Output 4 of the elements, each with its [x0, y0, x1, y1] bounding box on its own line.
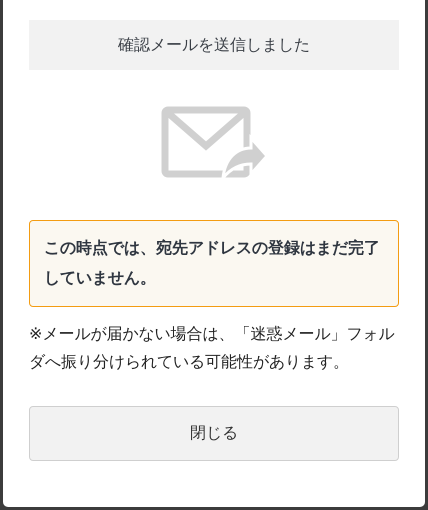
info-message: ※メールが届かない場合は、「迷惑メール」フォルダへ振り分けられている可能性があります。	[29, 323, 396, 373]
close-button[interactable]: 閉じる	[29, 406, 399, 461]
dialog-title: 確認メールを送信しました	[29, 20, 399, 70]
notice-message: この時点では、宛先アドレスの登録はまだ完了していません。	[29, 220, 399, 307]
